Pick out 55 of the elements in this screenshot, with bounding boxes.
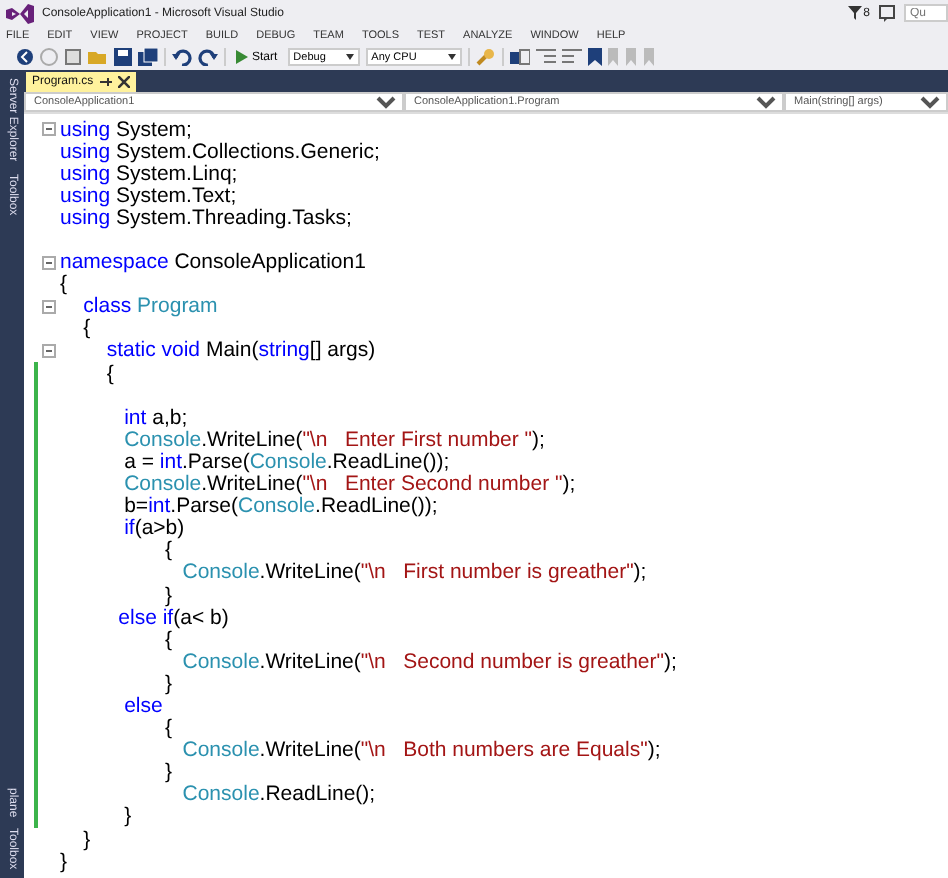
collapse-icon[interactable] [41, 343, 55, 358]
save-icon[interactable] [114, 48, 132, 66]
code-line: } [58, 849, 68, 874]
code-line: } [163, 671, 173, 696]
code-line: using System; [58, 117, 192, 142]
code-line: Console.WriteLine("\n Enter First number "); [122, 427, 545, 452]
code-line: b=int.Parse(Console.ReadLine()); [122, 494, 438, 519]
collapse-icon[interactable] [41, 122, 55, 137]
caret-icon [447, 54, 456, 60]
code-line: namespace ConsoleApplication1 [58, 250, 366, 275]
code-line: int a,b; [122, 405, 188, 430]
code-line: class Program [81, 294, 218, 319]
indent-icon[interactable] [535, 48, 556, 66]
code-line: { [104, 361, 114, 386]
play-icon [236, 50, 248, 64]
code-line: Console.WriteLine("\n Second number is greather"); [180, 649, 677, 674]
code-line: using System.Text; [58, 183, 237, 208]
code-line: else [122, 693, 163, 718]
code-line: Console.ReadLine(); [180, 782, 376, 807]
code-line: } [163, 583, 173, 608]
code-line: if(a>b) [122, 516, 185, 541]
code-line: { [58, 272, 68, 297]
collapse-icon[interactable] [41, 255, 55, 270]
code-line: } [122, 804, 132, 829]
close-icon[interactable] [117, 76, 130, 88]
code-line: Console.WriteLine("\n First number is greather"); [180, 560, 647, 585]
pin-icon[interactable] [99, 76, 112, 88]
find-icon[interactable] [475, 48, 496, 66]
filter-icon[interactable] [847, 6, 862, 20]
save-all-icon[interactable] [138, 48, 158, 66]
code-line: } [81, 827, 91, 852]
code-line: { [163, 627, 173, 652]
code-line: static void Main(string[] args) [104, 338, 376, 363]
code-line: using System.Collections.Generic; [58, 139, 380, 164]
redo-icon[interactable] [198, 48, 218, 66]
code-line: else if(a< b) [116, 605, 229, 630]
code-line: { [163, 716, 173, 741]
new-project-icon[interactable] [64, 48, 82, 66]
code-line: using System.Linq; [58, 161, 238, 186]
app-logo-icon [6, 3, 34, 23]
code-line: Console.WriteLine("\n Both numbers are Equals"); [180, 738, 661, 763]
code-line: { [165, 538, 173, 563]
undo-icon[interactable] [172, 48, 192, 66]
code-line: { [81, 316, 91, 341]
code-line: Console.WriteLine("\n Enter Second number "); [122, 472, 576, 497]
outdent-icon[interactable] [561, 48, 582, 66]
caret-icon [345, 54, 354, 60]
collapse-icon[interactable] [41, 299, 55, 314]
back-icon[interactable] [16, 48, 34, 66]
bookmark-icon[interactable] [587, 48, 602, 66]
feedback-icon[interactable] [878, 4, 896, 22]
code-line: a = int.Parse(Console.ReadLine()); [122, 449, 450, 474]
code-line: } [163, 760, 173, 785]
code-line: using System.Threading.Tasks; [58, 205, 352, 230]
solution-explorer-icon[interactable] [509, 48, 530, 66]
